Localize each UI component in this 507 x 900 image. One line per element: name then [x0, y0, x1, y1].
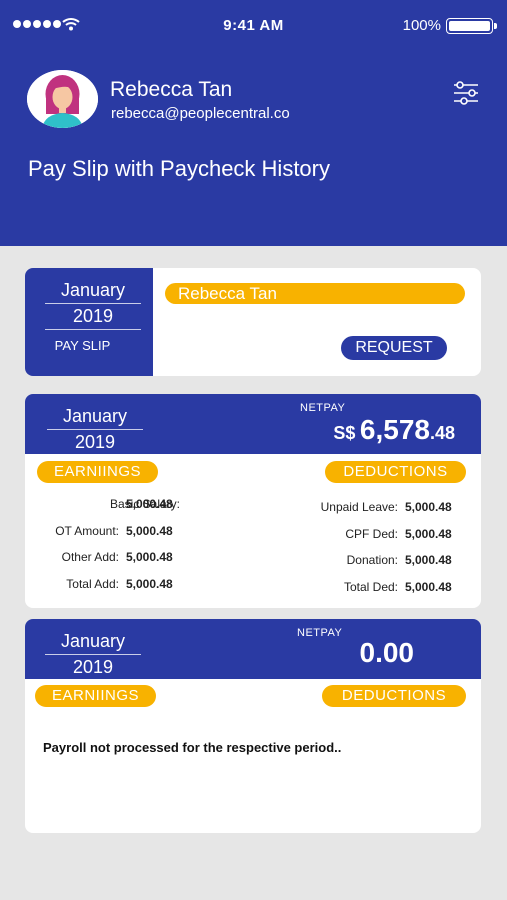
- earning-value: 5,000.48: [126, 497, 173, 511]
- paycheck-history-card[interactable]: January 2019 NETPAY S$ 6,578.48 EARNIING…: [25, 394, 481, 608]
- deduction-row: Total Ded:: [343, 580, 398, 594]
- deduction-row: Donation:: [346, 553, 398, 567]
- earnings-pill[interactable]: EARNIINGS: [37, 461, 158, 483]
- pay-slip-year: 2019: [45, 304, 141, 330]
- earning-value: 5,000.48: [126, 577, 173, 591]
- status-bar: 9:41 AM 100%: [0, 0, 507, 50]
- status-message: Payroll not processed for the respective…: [43, 740, 342, 755]
- deduction-row: CPF Ded:: [345, 527, 398, 541]
- pay-slip-card[interactable]: January 2019 PAY SLIP Rebecca Tan REQUES…: [25, 268, 481, 376]
- paycheck-history-card-empty[interactable]: January 2019 NETPAY 0.00 EARNIINGS DEDUC…: [25, 619, 481, 833]
- earning-row: OT Amount:: [55, 524, 119, 538]
- avatar[interactable]: [27, 70, 98, 128]
- deduction-value: 5,000.48: [405, 580, 452, 594]
- netpay-label: NETPAY: [300, 402, 346, 414]
- netpay-currency: S$: [333, 423, 356, 443]
- sliders-icon[interactable]: [451, 80, 481, 108]
- deductions-pill[interactable]: DEDUCTIONS: [322, 685, 466, 707]
- pay-slip-label: PAY SLIP: [54, 338, 111, 353]
- earning-row: Other Add:: [61, 550, 119, 564]
- netpay-amount: S$ 6,578.48: [333, 414, 455, 446]
- earning-row: Total Add:: [66, 577, 119, 591]
- paycheck-year: 2019: [45, 655, 141, 681]
- earning-value: 5,000.48: [126, 550, 173, 564]
- paycheck-month: January: [47, 406, 143, 430]
- employee-name-pill: Rebecca Tan: [165, 283, 465, 304]
- earnings-pill[interactable]: EARNIINGS: [35, 685, 156, 707]
- user-email: rebecca@peoplecentral.co: [111, 105, 290, 122]
- paycheck-header: January 2019 NETPAY 0.00: [25, 619, 481, 681]
- user-name: Rebecca Tan: [110, 78, 233, 101]
- paycheck-date: January 2019: [47, 406, 143, 456]
- netpay-amount: 0.00: [359, 637, 415, 668]
- deduction-row: Unpaid Leave:: [320, 500, 398, 514]
- paycheck-month: January: [45, 631, 141, 655]
- app-header: 9:41 AM 100% Rebecca Tan rebecca@peoplec…: [0, 0, 507, 246]
- pay-slip-date: January 2019: [45, 280, 141, 330]
- paycheck-date: January 2019: [45, 631, 141, 681]
- netpay-label: NETPAY: [297, 627, 343, 639]
- deduction-value: 5,000.48: [405, 500, 452, 514]
- pay-slip-month: January: [45, 280, 141, 304]
- request-button[interactable]: REQUEST: [341, 336, 447, 360]
- pay-slip-date-panel: January 2019 PAY SLIP: [25, 268, 153, 376]
- battery-percentage: 100%: [402, 17, 441, 34]
- deduction-value: 5,000.48: [405, 553, 452, 567]
- netpay-integer: 6,578: [359, 414, 430, 445]
- page-title: Pay Slip with Paycheck History: [28, 156, 330, 181]
- deductions-pill[interactable]: DEDUCTIONS: [325, 461, 466, 483]
- netpay-decimal: .48: [429, 423, 455, 443]
- deduction-value: 5,000.48: [405, 527, 452, 541]
- battery-icon: [446, 18, 497, 34]
- paycheck-header: January 2019 NETPAY S$ 6,578.48: [25, 394, 481, 456]
- paycheck-year: 2019: [47, 430, 143, 456]
- earning-value: 5,000.48: [126, 524, 173, 538]
